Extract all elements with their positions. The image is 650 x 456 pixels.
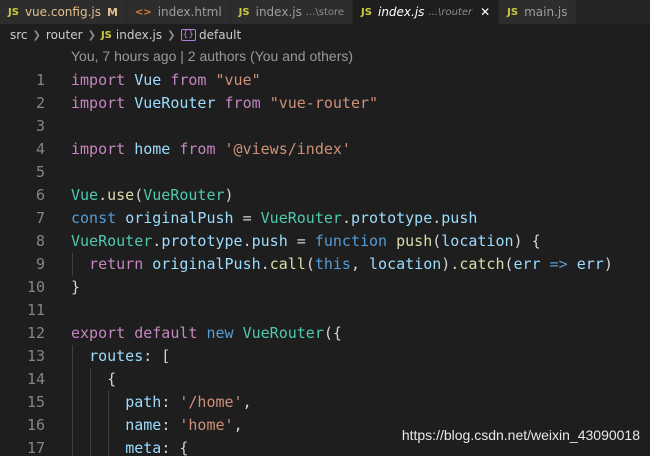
tab-index-html[interactable]: <> index.html: [126, 0, 231, 24]
code-text: const originalPush = VueRouter.prototype…: [71, 209, 478, 227]
code-line[interactable]: 14 {: [0, 368, 650, 391]
code-text: export default new VueRouter({: [71, 324, 342, 342]
indent-guide: [108, 414, 110, 437]
code-text: return originalPush.call(this, location)…: [89, 255, 613, 273]
line-number: 9: [35, 255, 45, 273]
tab-label: main.js: [524, 5, 568, 19]
js-file-icon: JS: [238, 6, 250, 18]
git-blame-codelens[interactable]: You, 7 hours ago | 2 authors (You and ot…: [71, 48, 353, 64]
modified-badge: M: [106, 5, 118, 19]
indent-guide: [72, 368, 73, 391]
line-number: 7: [35, 209, 45, 227]
code-text: VueRouter.prototype.push = function push…: [71, 232, 541, 250]
tab-path-description: ...\router: [428, 6, 473, 18]
js-file-icon: JS: [361, 6, 372, 18]
code-line[interactable]: 7 const originalPush = VueRouter.prototyp…: [0, 207, 650, 230]
code-text: {: [71, 370, 117, 388]
code-text: import VueRouter from "vue-router": [71, 94, 379, 112]
tab-main-js[interactable]: JS main.js: [499, 0, 577, 24]
chevron-right-icon: ❯: [167, 29, 176, 41]
code-editor: JS vue.config.js M <> index.html JS inde…: [0, 0, 650, 456]
line-number: 14: [26, 370, 45, 388]
line-number: 10: [26, 278, 45, 296]
tab-index-store[interactable]: JS index.js ...\store: [230, 0, 354, 24]
breadcrumb-router[interactable]: router: [46, 28, 83, 42]
code-text: import Vue from "vue": [71, 71, 261, 89]
watermark: https://blog.csdn.net/weixin_43090018: [401, 427, 640, 443]
indent-guide: [72, 414, 73, 437]
indent-guide: [108, 391, 110, 414]
tab-index-router[interactable]: JS index.js ...\router ✕: [353, 0, 500, 24]
close-icon[interactable]: ✕: [480, 5, 490, 19]
tab-bar: JS vue.config.js M <> index.html JS inde…: [0, 0, 650, 24]
code-line[interactable]: 4 import home from '@views/index': [0, 138, 650, 161]
code-text: Vue.use(VueRouter): [71, 186, 234, 204]
code-text: }: [71, 278, 81, 296]
chevron-right-icon: ❯: [32, 29, 41, 41]
indent-guide: [90, 437, 92, 456]
code-line[interactable]: 12 export default new VueRouter({: [0, 322, 650, 345]
line-number: 17: [26, 439, 45, 456]
js-file-icon: JS: [8, 6, 19, 18]
line-number: 13: [26, 347, 45, 365]
line-number: 5: [35, 163, 45, 181]
breadcrumb-file[interactable]: index.js: [116, 28, 162, 42]
line-number: 15: [26, 393, 45, 411]
line-number: 3: [35, 117, 45, 135]
code-line[interactable]: 15 path: '/home',: [0, 391, 650, 414]
indent-guide: [90, 414, 92, 437]
code-line[interactable]: 5: [0, 161, 650, 184]
indent-guide: [72, 437, 73, 456]
line-number: 11: [26, 301, 45, 319]
code-line[interactable]: 1 import Vue from "vue": [0, 69, 650, 92]
chevron-right-icon: ❯: [87, 29, 96, 41]
code-line[interactable]: 2 import VueRouter from "vue-router": [0, 92, 650, 115]
html-file-icon: <>: [134, 6, 152, 18]
code-text: path: '/home',: [125, 393, 252, 411]
indent-guide: [72, 345, 73, 368]
code-line[interactable]: 6 Vue.use(VueRouter): [0, 184, 650, 207]
breadcrumb-src[interactable]: src: [10, 28, 28, 42]
tab-label: index.js: [255, 5, 302, 19]
line-number: 8: [35, 232, 45, 250]
js-file-icon: JS: [507, 6, 519, 18]
code-line[interactable]: 11: [0, 299, 650, 322]
tab-label: vue.config.js: [24, 5, 101, 19]
indent-guide: [90, 391, 92, 414]
tab-label: index.js: [377, 5, 425, 19]
tab-vue-config[interactable]: JS vue.config.js M: [0, 0, 127, 24]
code-area[interactable]: 1 import Vue from "vue" 2 import VueRouter …: [0, 69, 650, 456]
code-line[interactable]: 10}: [0, 276, 650, 299]
code-text: routes: [: [89, 347, 171, 365]
indent-guide: [72, 253, 73, 276]
code-line[interactable]: 13 routes: [: [0, 345, 650, 368]
tab-label: index.html: [157, 5, 222, 19]
code-line[interactable]: 9 return originalPush.call(this, locatio…: [0, 253, 650, 276]
indent-guide: [72, 391, 73, 414]
tab-path-description: ...\store: [305, 6, 345, 18]
breadcrumb: src ❯ router ❯ JS index.js ❯ {} default: [0, 24, 650, 46]
indent-guide: [108, 437, 110, 456]
line-number: 12: [26, 324, 45, 342]
code-text: name: 'home',: [125, 416, 243, 434]
line-number: 4: [35, 140, 45, 158]
indent-guide: [90, 368, 92, 391]
js-file-icon: JS: [100, 29, 112, 41]
line-number: 6: [35, 186, 45, 204]
code-line[interactable]: 8 VueRouter.prototype.push = function pus…: [0, 230, 650, 253]
code-text: import home from '@views/index': [71, 140, 351, 158]
line-number: 1: [35, 71, 45, 89]
line-number: 16: [26, 416, 45, 434]
code-line[interactable]: 3: [0, 115, 650, 138]
symbol-object-icon: {}: [180, 29, 196, 41]
code-text: meta: {: [125, 439, 189, 456]
line-number: 2: [35, 94, 45, 112]
breadcrumb-symbol[interactable]: default: [199, 28, 241, 42]
